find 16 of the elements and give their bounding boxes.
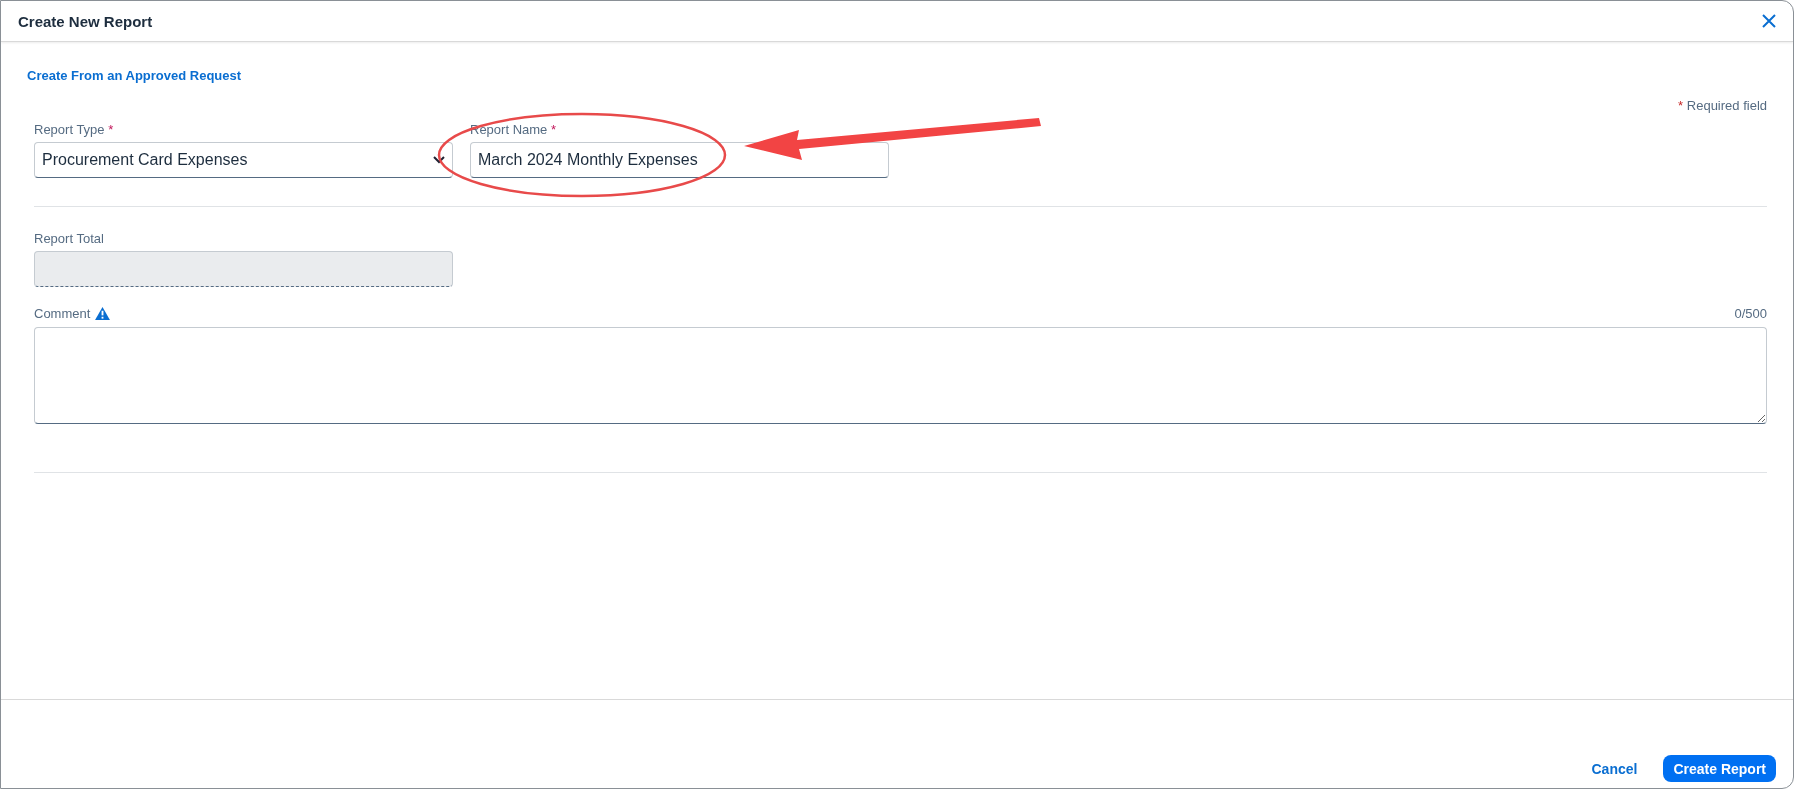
report-type-dropdown[interactable]: Procurement Card Expenses — [34, 142, 453, 178]
window-title: Create New Report — [18, 12, 153, 30]
character-counter: 0/500 — [1734, 305, 1767, 321]
required-field-note: * Required field — [1678, 98, 1767, 113]
chevron-down-icon — [433, 156, 445, 164]
warning-icon[interactable] — [95, 306, 111, 320]
cancel-button[interactable]: Cancel — [1581, 755, 1648, 782]
comment-field[interactable] — [34, 327, 1767, 424]
field-label: Report Type * — [34, 122, 114, 139]
report-name-field[interactable]: March 2024 Monthly Expenses — [470, 142, 889, 178]
close-icon[interactable] — [1761, 13, 1777, 29]
field-label: Report Name * — [470, 122, 556, 139]
field-label: Comment — [34, 305, 91, 321]
field-label: Report Total — [34, 231, 104, 248]
create-report-button[interactable]: Create Report — [1663, 755, 1776, 782]
approved-request-link[interactable]: Create From an Approved Request — [27, 68, 242, 83]
